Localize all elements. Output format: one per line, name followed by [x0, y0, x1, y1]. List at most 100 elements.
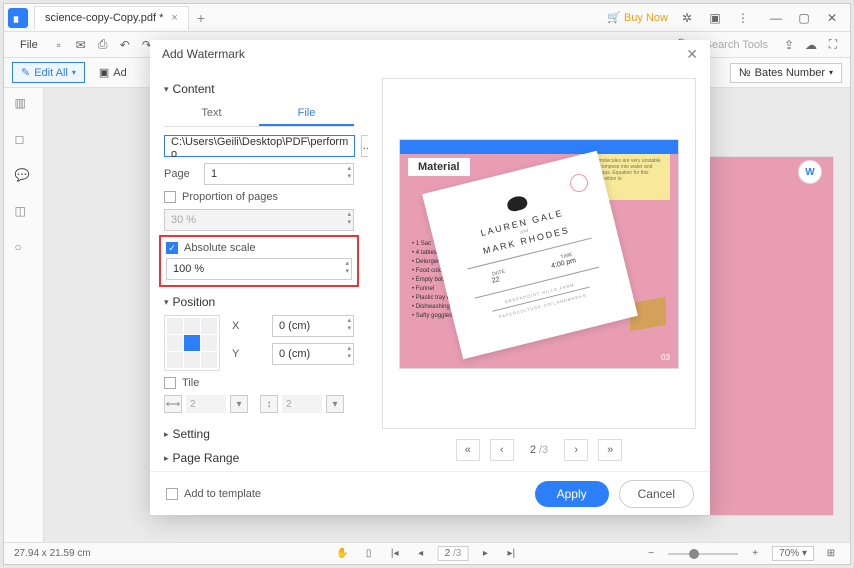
x-label: X: [232, 320, 266, 332]
zoom-slider[interactable]: [668, 553, 738, 555]
app-icon: ▖: [8, 8, 28, 28]
statusbar: 27.94 x 21.59 cm ✋ ▯ |◂ ◂ 2 /3 ▸ ▸| − + …: [4, 542, 850, 564]
file-path-input[interactable]: C:\Users\Geili\Desktop\PDF\perform o: [164, 135, 355, 157]
new-tab-button[interactable]: +: [197, 10, 205, 26]
bates-number-button[interactable]: № Bates Number ▾: [730, 63, 842, 83]
preview-page-number: 03: [661, 353, 670, 362]
select-tool-icon[interactable]: ▯: [360, 545, 378, 563]
prev-page-icon[interactable]: ◂: [412, 545, 430, 563]
x-offset-input[interactable]: 0 (cm)▴▾: [272, 315, 354, 337]
tab-close-icon[interactable]: ×: [171, 12, 177, 24]
tile-v-input: 2: [282, 395, 322, 413]
position-section-header[interactable]: Position: [164, 295, 354, 309]
page-number-input[interactable]: 1▴▾: [204, 163, 354, 185]
tile-h-icon: ⟷: [164, 395, 182, 413]
tab-file[interactable]: File: [259, 102, 354, 126]
tile-h-unit: ▾: [230, 395, 248, 413]
attachment-icon[interactable]: ◫: [15, 204, 33, 222]
chevron-down-icon: ▾: [72, 68, 76, 77]
save-icon[interactable]: ▫: [50, 36, 68, 54]
tile-h-input: 2: [186, 395, 226, 413]
max-icon[interactable]: ⛶: [824, 36, 842, 54]
content-section-header[interactable]: Content: [164, 82, 354, 96]
checkbox-icon: [164, 191, 176, 203]
pager-page-text: 2 /3: [524, 444, 554, 456]
gift-icon[interactable]: ▣: [706, 9, 724, 27]
apply-button[interactable]: Apply: [535, 481, 609, 507]
bookmark-icon[interactable]: ◻: [15, 132, 33, 150]
proportion-checkbox[interactable]: Proportion of pages: [164, 191, 354, 203]
dialog-close-button[interactable]: ✕: [686, 46, 698, 63]
print-icon[interactable]: ⎙: [94, 36, 112, 54]
page-input[interactable]: 2 /3: [438, 546, 469, 561]
position-grid[interactable]: [164, 315, 220, 371]
undo-icon[interactable]: ↶: [116, 36, 134, 54]
absolute-scale-highlight: Absolute scale 100 %▴▾: [159, 235, 359, 287]
zoom-value[interactable]: 70% ▾: [772, 546, 814, 561]
left-panel: ▥ ◻ 💬 ◫ ○: [4, 88, 44, 542]
y-offset-input[interactable]: 0 (cm)▴▾: [272, 343, 354, 365]
dialog-settings-panel: Content Text File C:\Users\Geili\Desktop…: [150, 68, 368, 471]
content-type-tabs: Text File: [164, 102, 354, 127]
pager-last-button[interactable]: »: [598, 439, 622, 461]
absolute-scale-checkbox[interactable]: Absolute scale: [166, 242, 352, 254]
add-to-template-checkbox[interactable]: Add to template: [166, 488, 261, 500]
proportion-input: 30 %▴▾: [164, 209, 354, 231]
more-icon[interactable]: ⋮: [734, 9, 752, 27]
tile-v-unit: ▾: [326, 395, 344, 413]
word-export-icon[interactable]: W: [798, 160, 822, 184]
menu-file[interactable]: File: [12, 37, 46, 53]
document-tab[interactable]: science-copy-Copy.pdf * ×: [34, 6, 189, 30]
absolute-scale-input[interactable]: 100 %▴▾: [166, 258, 352, 280]
last-page-icon[interactable]: ▸|: [502, 545, 520, 563]
preview-materials-label: Material: [408, 158, 470, 176]
pager-prev-button[interactable]: ‹: [490, 439, 514, 461]
edit-all-button[interactable]: ✎ Edit All ▾: [12, 62, 85, 83]
tab-text[interactable]: Text: [164, 102, 259, 126]
titlebar: ▖ science-copy-Copy.pdf * × + 🛒 Buy Now …: [4, 4, 850, 32]
pager-first-button[interactable]: «: [456, 439, 480, 461]
comment-icon[interactable]: 💬: [15, 168, 33, 186]
hand-tool-icon[interactable]: ✋: [334, 545, 352, 563]
mail-icon[interactable]: ✉: [72, 36, 90, 54]
tile-v-icon: ↕: [260, 395, 278, 413]
checkbox-on-icon: [166, 242, 178, 254]
search-panel-icon[interactable]: ○: [15, 240, 33, 258]
zoom-in-icon[interactable]: +: [746, 545, 764, 563]
tile-checkbox[interactable]: Tile: [164, 377, 354, 389]
dialog-preview-panel: Material Some molecules are very unstabl…: [368, 68, 710, 471]
cloud-icon[interactable]: ☁: [802, 36, 820, 54]
edit-icon: ✎: [21, 66, 30, 79]
setting-section-header[interactable]: Setting: [164, 427, 354, 441]
tab-title: science-copy-Copy.pdf *: [45, 12, 163, 24]
thumbnails-icon[interactable]: ▥: [15, 96, 33, 114]
minimize-button[interactable]: —: [762, 6, 790, 30]
chevron-down-icon: ▾: [829, 68, 833, 77]
fit-icon[interactable]: ⊞: [822, 545, 840, 563]
bates-icon: №: [739, 67, 751, 79]
dialog-titlebar: Add Watermark ✕: [150, 40, 710, 68]
page-dimensions: 27.94 x 21.59 cm: [14, 548, 91, 559]
crop-icon: ▣: [99, 66, 109, 79]
pager-next-button[interactable]: ›: [564, 439, 588, 461]
preview-pager: « ‹ 2 /3 › »: [382, 439, 696, 461]
browse-button[interactable]: …: [361, 135, 368, 157]
page-label: Page: [164, 168, 198, 180]
zoom-out-icon[interactable]: −: [642, 545, 660, 563]
dialog-title: Add Watermark: [162, 47, 245, 61]
maximize-button[interactable]: ▢: [790, 6, 818, 30]
close-button[interactable]: ✕: [818, 6, 846, 30]
watermark-preview: Material Some molecules are very unstabl…: [382, 78, 696, 429]
checkbox-icon: [164, 377, 176, 389]
add-watermark-dialog: Add Watermark ✕ Content Text File C:\Use…: [150, 40, 710, 515]
extension-icon[interactable]: ✲: [678, 9, 696, 27]
next-page-icon[interactable]: ▸: [476, 545, 494, 563]
y-label: Y: [232, 348, 266, 360]
cancel-button[interactable]: Cancel: [619, 480, 694, 508]
buy-now-link[interactable]: 🛒 Buy Now: [607, 11, 668, 24]
add-button[interactable]: ▣ Ad: [93, 63, 133, 82]
share-icon[interactable]: ⇪: [780, 36, 798, 54]
page-range-section-header[interactable]: Page Range: [164, 451, 354, 465]
dialog-footer: Add to template Apply Cancel: [150, 471, 710, 515]
first-page-icon[interactable]: |◂: [386, 545, 404, 563]
